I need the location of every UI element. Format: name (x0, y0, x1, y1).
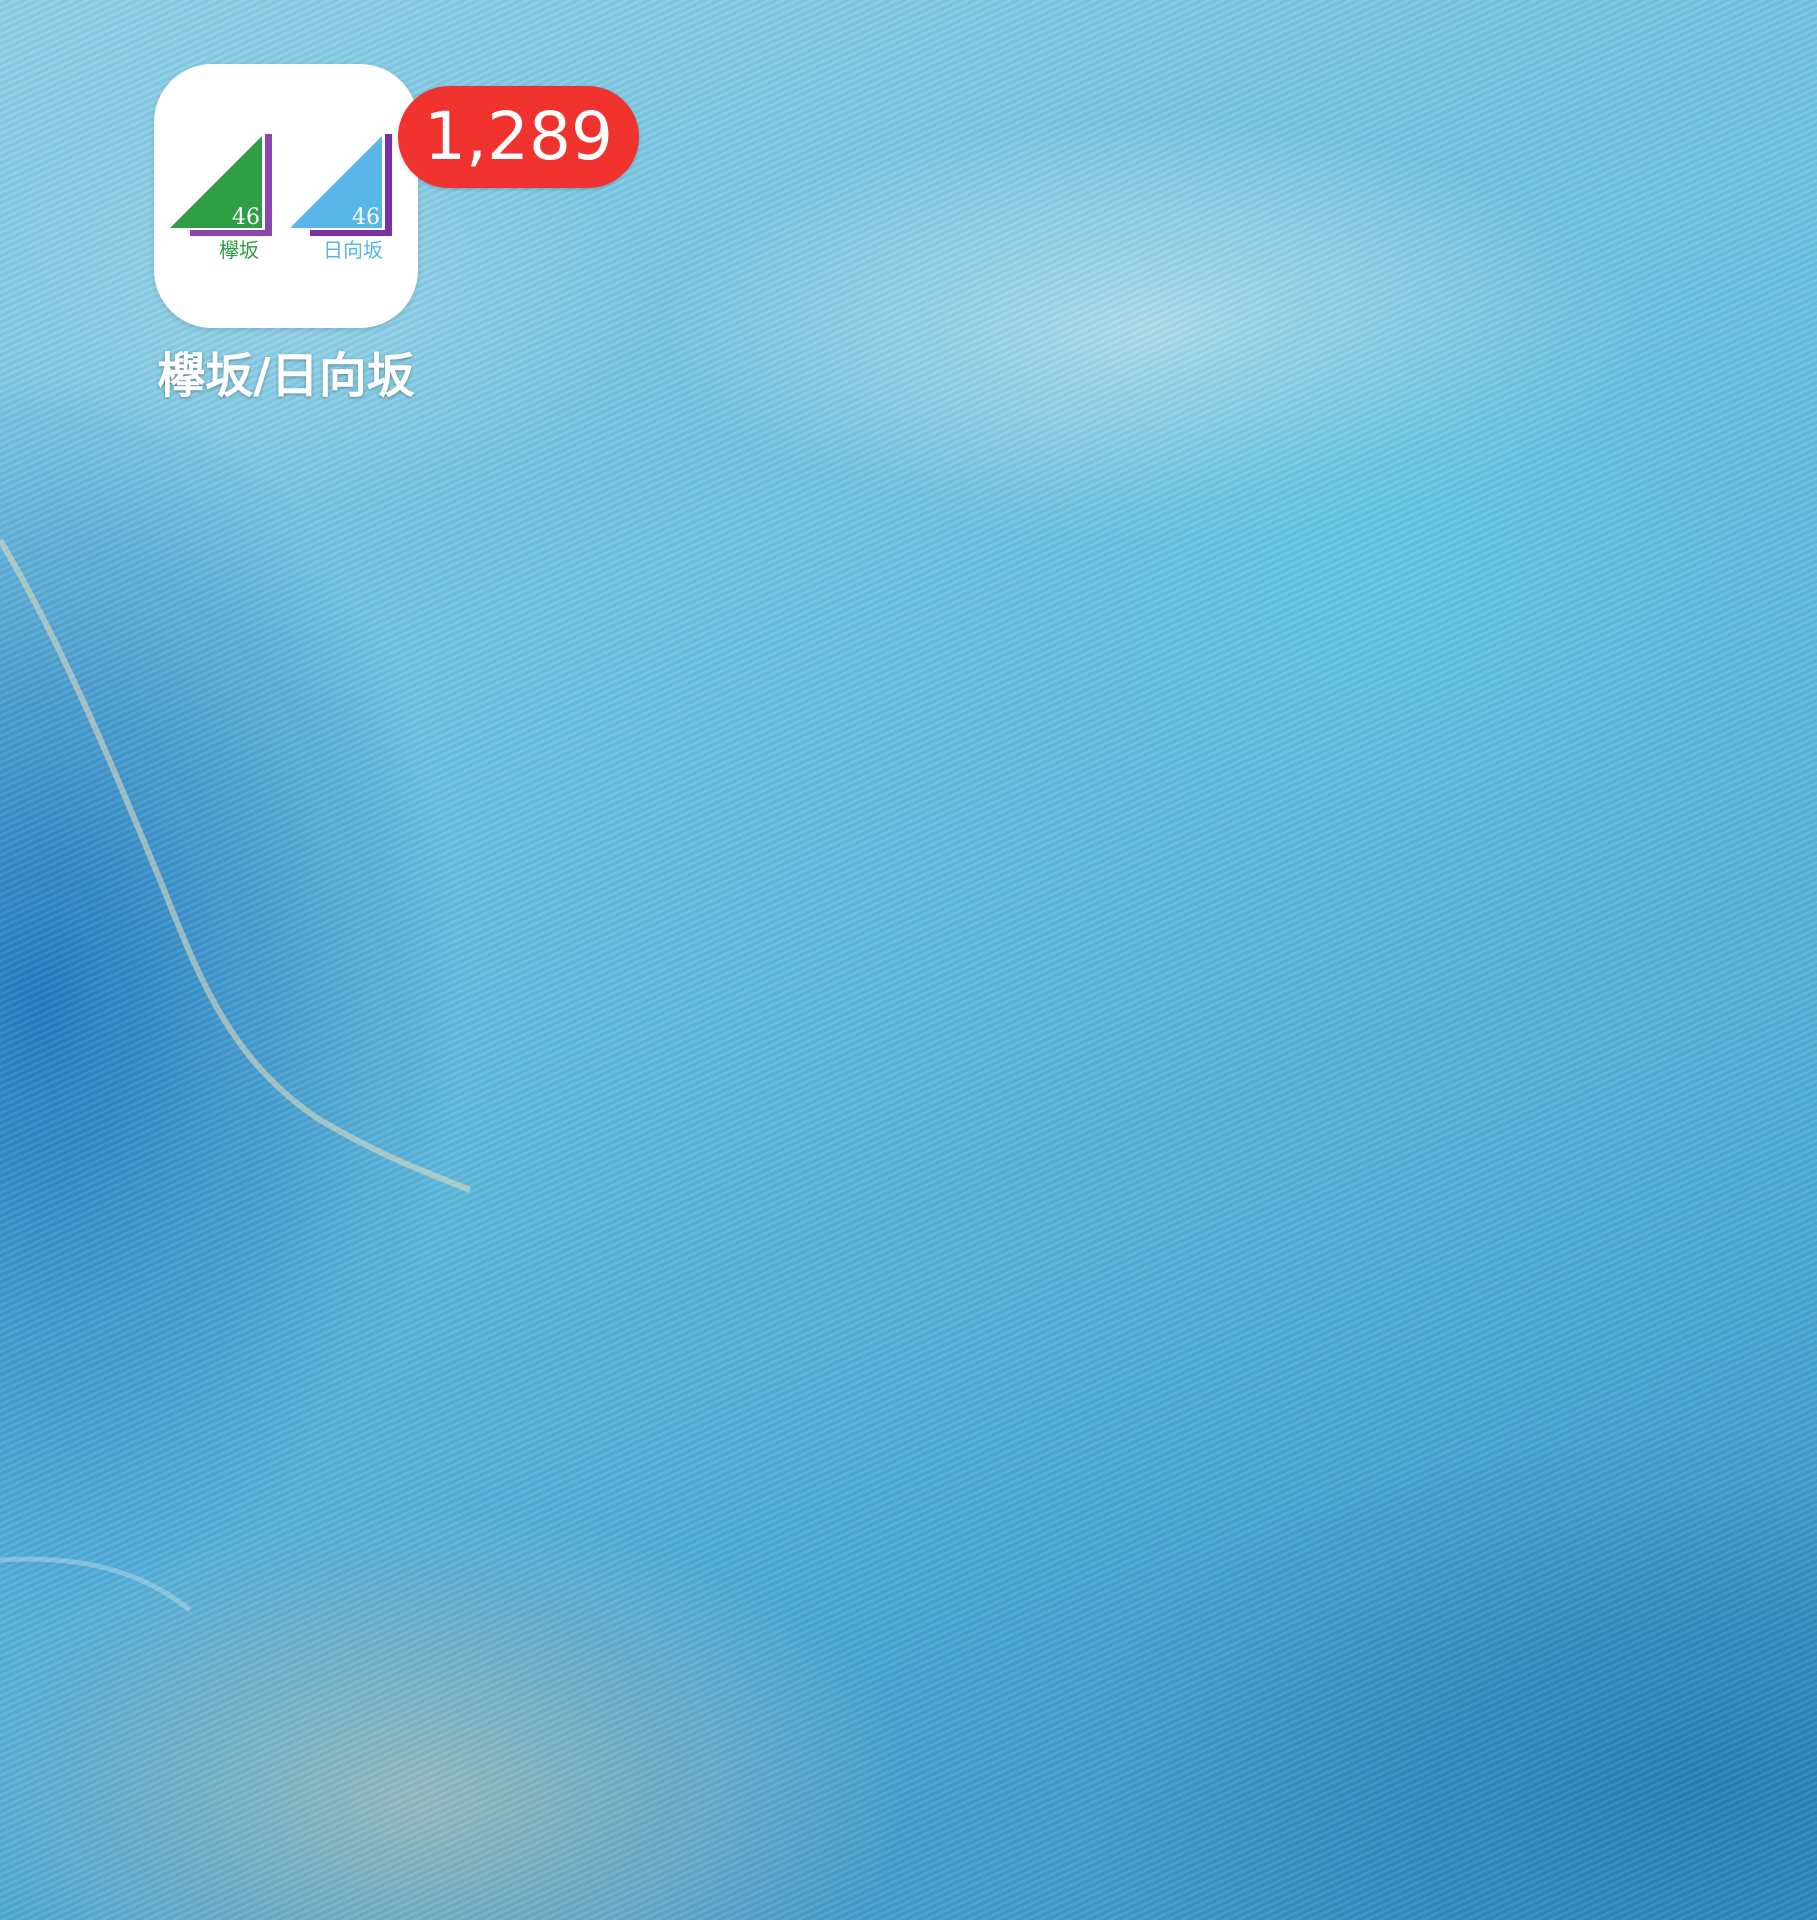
app-icon-logo: 46 欅坂 46 日向坂 (170, 134, 392, 262)
app-label: 欅坂/日向坂 (157, 348, 415, 404)
keyakizaka-hinatazaka-app-icon[interactable]: 46 欅坂 46 日向坂 (154, 64, 418, 328)
keyakizaka-46-label: 46 (232, 205, 260, 230)
app-keyakizaka-hinatazaka[interactable]: 46 欅坂 46 日向坂 欅坂/日向坂 1,289 (154, 64, 639, 404)
hinatazaka-46-label: 46 (352, 205, 380, 230)
notification-badge: 1,289 (398, 86, 639, 188)
hinatazaka-name-label: 日向坂 (323, 238, 383, 262)
hinatazaka-logo: 46 日向坂 (290, 134, 392, 262)
keyakizaka-logo: 46 欅坂 (170, 134, 272, 262)
keyakizaka-name-label: 欅坂 (219, 238, 259, 262)
